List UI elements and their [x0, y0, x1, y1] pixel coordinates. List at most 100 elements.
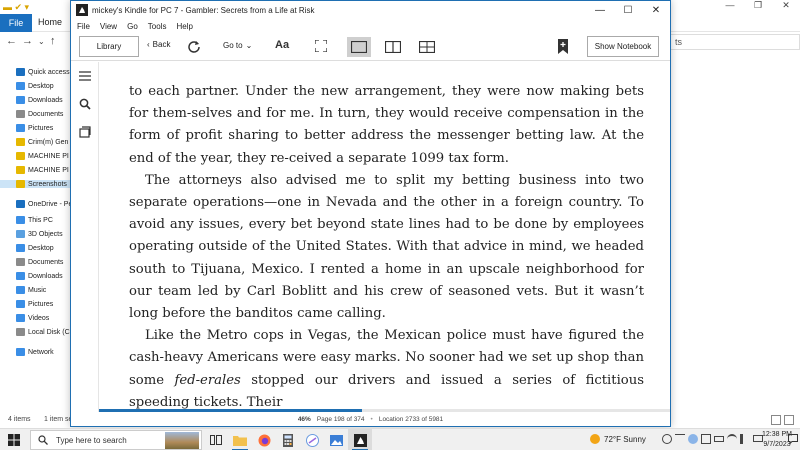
library-button[interactable]: Library	[79, 36, 139, 57]
nav-item[interactable]: Desktop	[16, 82, 54, 90]
goto-dropdown[interactable]: Go to ⌄	[223, 41, 252, 50]
nav-item[interactable]: OneDrive - Pers	[16, 200, 78, 208]
nav-item-label: Documents	[28, 258, 64, 266]
taskbar-photos[interactable]	[324, 429, 348, 450]
nav-item[interactable]: This PC	[16, 216, 53, 224]
nav-item-label: Quick access	[28, 68, 70, 76]
nav-item[interactable]: Crim(m) Gen	[16, 138, 68, 146]
forward-arrow-icon[interactable]: →	[22, 35, 33, 47]
firefox-icon	[258, 434, 270, 446]
tiles-view-icon[interactable]	[784, 415, 794, 425]
nav-item-icon	[16, 258, 25, 266]
nav-item-label: Videos	[28, 314, 50, 322]
nav-item-icon	[16, 216, 25, 224]
people-icon[interactable]	[662, 434, 672, 444]
menu-file[interactable]: File	[77, 22, 90, 31]
restore-icon[interactable]: ❐	[744, 0, 772, 14]
network-icon[interactable]	[701, 434, 711, 444]
taskbar-browser[interactable]	[300, 429, 324, 450]
maximize-icon[interactable]: ☐	[614, 1, 642, 19]
nav-item-icon	[16, 286, 25, 294]
book-page-content: to each partner. Under the new arrangeme…	[129, 81, 644, 410]
up-arrow-icon[interactable]: ↑	[50, 35, 56, 47]
minimize-icon[interactable]: —	[586, 1, 614, 19]
taskbar-search-box[interactable]: Type here to search	[30, 430, 202, 450]
taskbar-kindle[interactable]	[348, 429, 372, 450]
nav-item[interactable]: Music	[16, 286, 46, 294]
two-column-view-button[interactable]	[381, 37, 405, 57]
nav-item-label: Downloads	[28, 96, 63, 104]
recent-dropdown-icon[interactable]: ⌄	[38, 37, 45, 46]
close-icon[interactable]: ✕	[772, 0, 800, 14]
minimize-icon[interactable]: —	[716, 0, 744, 14]
menu-go[interactable]: Go	[127, 22, 138, 31]
show-notebook-button[interactable]: Show Notebook	[587, 36, 659, 57]
nav-item[interactable]: Local Disk (C	[16, 328, 70, 336]
sunny-icon	[590, 434, 600, 444]
nav-item[interactable]: MACHINE PI	[16, 152, 69, 160]
flashcards-icon[interactable]	[79, 126, 91, 138]
taskbar-firefox[interactable]	[252, 429, 276, 450]
weather-text: 72°F Sunny	[604, 434, 646, 444]
kindle-window: mickey's Kindle for PC 7 - Gambler: Secr…	[70, 0, 671, 427]
bookmark-icon[interactable]	[557, 39, 569, 54]
nav-item[interactable]: Network	[16, 348, 54, 356]
nav-item[interactable]: Downloads	[16, 272, 63, 280]
back-button[interactable]: ‹ Back	[147, 40, 170, 49]
nav-item-icon	[16, 82, 25, 90]
search-icon[interactable]	[79, 98, 91, 110]
paragraph: The attorneys also advised me to split m…	[129, 172, 644, 322]
nav-item-icon	[16, 180, 25, 188]
nav-item[interactable]: Pictures	[16, 124, 53, 132]
nav-item[interactable]: Documents	[16, 258, 63, 266]
nav-item[interactable]: Desktop	[16, 244, 54, 252]
back-arrow-icon[interactable]: ←	[6, 35, 17, 47]
explorer-search-box[interactable]: ts	[670, 34, 800, 50]
windows-start-icon[interactable]	[8, 434, 20, 446]
sync-icon[interactable]	[187, 39, 201, 53]
nav-item[interactable]: 3D Objects	[16, 230, 63, 238]
ribbon-tab-home[interactable]: Home	[38, 17, 62, 27]
nav-item[interactable]: Pictures	[16, 300, 53, 308]
nav-item[interactable]: Documents	[16, 110, 63, 118]
window-title: mickey's Kindle for PC 7 - Gambler: Secr…	[92, 5, 315, 15]
nav-item-label: Downloads	[28, 272, 63, 280]
weather-widget[interactable]: 72°F Sunny	[590, 434, 646, 444]
menu-tools[interactable]: Tools	[148, 22, 167, 31]
nav-item[interactable]: Videos	[16, 314, 49, 322]
volume-icon[interactable]	[740, 434, 750, 444]
details-view-icon[interactable]	[771, 415, 781, 425]
battery-icon[interactable]	[714, 436, 724, 442]
font-settings-button[interactable]: Aa	[275, 39, 289, 51]
italic-word: fed-erales	[174, 372, 241, 388]
nav-item[interactable]: Screenshots	[0, 180, 70, 188]
table-of-contents-icon[interactable]	[79, 70, 91, 82]
single-column-view-button[interactable]	[347, 37, 371, 57]
menu-view[interactable]: View	[100, 22, 117, 31]
menu-help[interactable]: Help	[176, 22, 192, 31]
chevron-left-icon: ‹	[147, 40, 150, 49]
page-flip-view-button[interactable]	[415, 37, 439, 57]
cloud-icon[interactable]	[688, 434, 698, 444]
ribbon-tab-file[interactable]: File	[0, 14, 32, 32]
close-icon[interactable]: ✕	[642, 1, 670, 19]
nav-item-label: 3D Objects	[28, 230, 63, 238]
taskbar-file-explorer[interactable]	[228, 429, 252, 450]
nav-item-label: Desktop	[28, 82, 54, 90]
fullscreen-icon[interactable]	[315, 40, 327, 52]
nav-item-label: Documents	[28, 110, 64, 118]
task-view-button[interactable]	[204, 429, 228, 450]
chevron-up-icon[interactable]	[675, 434, 685, 444]
nav-item[interactable]: Quick access	[16, 68, 70, 76]
nav-item[interactable]: Downloads	[16, 96, 63, 104]
reader-toolbar: Library ‹ Back Go to ⌄ Aa Show Notebook	[71, 33, 670, 61]
nav-item-label: MACHINE PI	[28, 166, 69, 174]
nav-item-label: Screenshots	[28, 180, 67, 188]
nav-item[interactable]: MACHINE PI	[16, 166, 69, 174]
taskbar-calculator[interactable]	[276, 429, 300, 450]
nav-item-icon	[16, 68, 25, 76]
wifi-icon[interactable]	[727, 434, 737, 444]
folder-icon	[233, 435, 247, 446]
nav-item-icon	[16, 244, 25, 252]
notification-icon[interactable]	[788, 434, 798, 444]
